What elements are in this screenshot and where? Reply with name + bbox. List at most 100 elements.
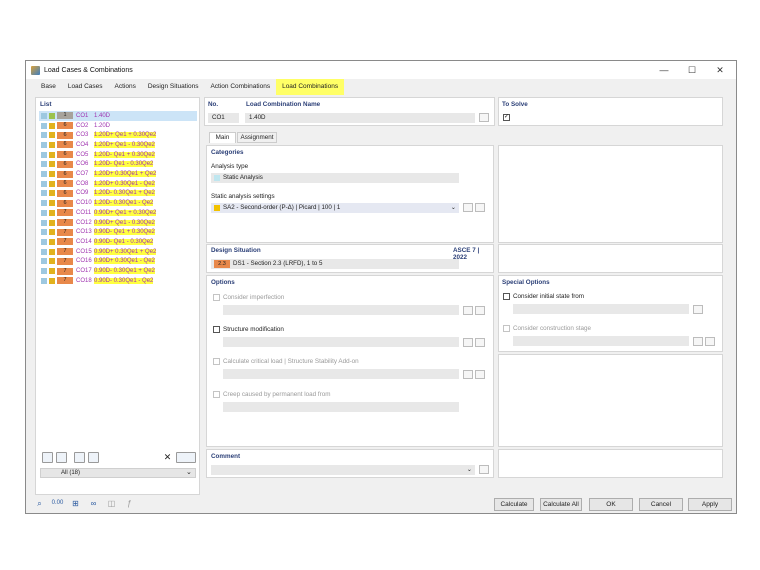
list-item[interactable]: 7 CO18 0.90D - 0.30Qe1 - Qe2 — [39, 276, 197, 286]
category-badge: 6 — [57, 131, 73, 139]
delete-icon[interactable]: ✕ — [162, 452, 173, 463]
renumber-icon[interactable] — [74, 452, 85, 463]
special-right-panel — [498, 354, 723, 447]
comment-library-icon[interactable] — [479, 465, 489, 474]
script-icon[interactable]: ƒ — [123, 497, 136, 510]
list-item[interactable]: 6 CO8 1.20D + 0.30Qe1 - Qe2 — [39, 179, 197, 189]
cancel-button[interactable]: Cancel — [639, 498, 683, 511]
status-icon — [49, 200, 55, 207]
case-icon — [41, 238, 47, 245]
combination-formula: 1.20D — [94, 132, 111, 139]
construction-stage-field — [513, 336, 689, 346]
status-icon — [49, 171, 55, 178]
status-icon — [49, 132, 55, 139]
static-analysis-icon — [214, 175, 220, 181]
list-item[interactable]: 6 CO10 1.20D - 0.30Qe1 - Qe2 — [39, 198, 197, 208]
combination-formula: 0.90D — [94, 219, 111, 226]
critical-load-checkbox[interactable] — [213, 358, 220, 365]
close-button[interactable]: ✕ — [706, 61, 734, 79]
list-item[interactable]: 6 CO4 1.20D + Qe1 - 0.30Qe2 — [39, 140, 197, 150]
subtab-assignment[interactable]: Assignment — [237, 132, 277, 143]
list-item[interactable]: 6 CO5 1.20D - Qe1 + 0.30Qe2 — [39, 150, 197, 160]
list-filter-select[interactable]: All (18) — [40, 468, 196, 478]
ok-button[interactable]: OK — [589, 498, 633, 511]
combination-terms: - 0.30Qe1 - Qe2 — [110, 200, 154, 207]
analysis-type-field[interactable]: Static Analysis — [211, 173, 459, 183]
calculate-button[interactable]: Calculate — [494, 498, 534, 511]
maximize-button[interactable]: ☐ — [678, 61, 706, 79]
list-item[interactable]: 7 CO15 0.90D + 0.30Qe1 + Qe2 — [39, 247, 197, 257]
combination-formula: 1.20D — [94, 151, 111, 158]
view-options-icon[interactable] — [176, 452, 196, 463]
tab-action-combinations[interactable]: Action Combinations — [204, 79, 276, 95]
link-icon[interactable]: ∞ — [87, 497, 100, 510]
design-situation-field[interactable]: 2.3 DS1 - Section 2.3 (LRFD), 1 to 5 — [211, 259, 459, 269]
tab-actions[interactable]: Actions — [109, 79, 142, 95]
list-item[interactable]: 7 CO12 0.90D + Qe1 - 0.30Qe2 — [39, 218, 197, 228]
comment-field[interactable]: ⌄ — [211, 465, 475, 475]
category-badge: 6 — [57, 170, 73, 178]
case-icon — [41, 151, 47, 158]
list-item[interactable]: 7 CO11 0.90D + Qe1 + 0.30Qe2 — [39, 208, 197, 218]
edit-settings-icon[interactable] — [475, 203, 485, 212]
category-badge: 7 — [57, 267, 73, 275]
static-settings-select[interactable]: SA2 - Second-order (P-Δ) | Picard | 100 … — [211, 203, 459, 213]
combination-code: CO17 — [76, 268, 92, 275]
name-field[interactable]: 1.40D — [245, 113, 475, 123]
construction-stage-checkbox[interactable] — [503, 325, 510, 332]
copy-icon[interactable] — [56, 452, 67, 463]
combination-formula: 1.20D — [94, 190, 111, 197]
minimize-button[interactable]: — — [650, 61, 678, 79]
tab-load-combinations[interactable]: Load Combinations — [276, 79, 345, 95]
tree-icon[interactable]: ⊞ — [69, 497, 82, 510]
to-solve-checkbox[interactable]: ✓ — [503, 114, 510, 121]
subtab-main[interactable]: Main — [209, 132, 236, 143]
list-item[interactable]: 7 CO14 0.90D - Qe1 - 0.30Qe2 — [39, 237, 197, 247]
combination-code: CO13 — [76, 229, 92, 236]
combination-terms: + Qe1 - 0.30Qe2 — [110, 219, 155, 226]
calculate-all-button[interactable]: Calculate All — [540, 498, 582, 511]
initial-state-checkbox[interactable] — [503, 293, 510, 300]
list-item[interactable]: 6 CO2 1.20D — [39, 121, 197, 131]
sort-icon[interactable] — [88, 452, 99, 463]
new-icon[interactable] — [42, 452, 53, 463]
list-item[interactable]: 6 CO3 1.20D + Qe1 + 0.30Qe2 — [39, 130, 197, 140]
case-icon — [41, 122, 47, 129]
search-icon[interactable]: ⌕ — [33, 497, 46, 510]
category-badge: 1 — [57, 112, 73, 120]
status-icon — [49, 112, 55, 119]
name-label: Load Combination Name — [246, 101, 321, 108]
no-field[interactable]: CO1 — [208, 113, 239, 123]
list-item[interactable]: 7 CO13 0.90D - Qe1 + 0.30Qe2 — [39, 227, 197, 237]
app-icon — [31, 65, 40, 75]
case-icon — [41, 190, 47, 197]
combination-code: CO3 — [76, 132, 89, 139]
combination-terms: - Qe1 - 0.30Qe2 — [110, 161, 154, 168]
combination-code: CO16 — [76, 258, 92, 265]
list-item[interactable]: 1 CO1 1.40D — [39, 111, 197, 121]
new-settings-icon[interactable] — [463, 203, 473, 212]
combination-code: CO11 — [76, 209, 92, 216]
list-item[interactable]: 6 CO7 1.20D + 0.30Qe1 + Qe2 — [39, 169, 197, 179]
combination-terms: + Qe1 - 0.30Qe2 — [110, 141, 155, 148]
creep-checkbox[interactable] — [213, 391, 220, 398]
tab-load-cases[interactable]: Load Cases — [62, 79, 109, 95]
category-badge: 6 — [57, 189, 73, 197]
info-icon[interactable]: ◫ — [105, 497, 118, 510]
case-icon — [41, 141, 47, 148]
imperfection-checkbox[interactable] — [213, 294, 220, 301]
list-item[interactable]: 7 CO17 0.90D - 0.30Qe1 + Qe2 — [39, 266, 197, 276]
combination-code: CO8 — [76, 180, 89, 187]
status-icon — [49, 161, 55, 168]
list-item[interactable]: 7 CO16 0.90D + 0.30Qe1 - Qe2 — [39, 257, 197, 267]
units-icon[interactable]: 0.00 — [51, 497, 64, 510]
tab-design-situations[interactable]: Design Situations — [142, 79, 205, 95]
list-item[interactable]: 6 CO9 1.20D - 0.30Qe1 + Qe2 — [39, 189, 197, 199]
apply-button[interactable]: Apply — [688, 498, 732, 511]
edit-name-icon[interactable] — [479, 113, 489, 122]
combination-formula: 1.20D — [94, 161, 111, 168]
structure-modification-checkbox[interactable] — [213, 326, 220, 333]
combination-terms: + Qe1 + 0.30Qe2 — [110, 209, 157, 216]
tab-base[interactable]: Base — [35, 79, 62, 95]
list-item[interactable]: 6 CO6 1.20D - Qe1 - 0.30Qe2 — [39, 160, 197, 170]
